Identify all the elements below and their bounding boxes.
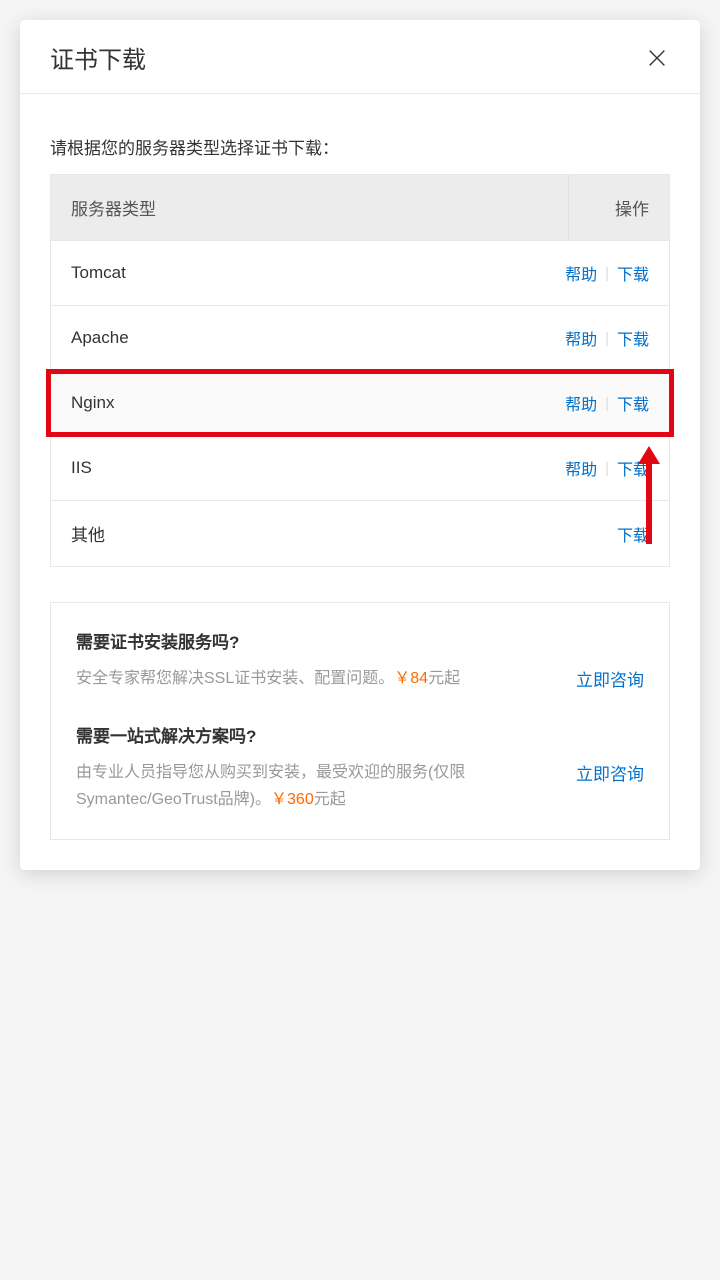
server-name-other: 其他 [71,521,617,546]
service-install-price: ￥84 [394,670,428,687]
table-row: IIS 帮助 | 下载 [51,435,669,500]
table-row-highlighted: Nginx 帮助 | 下载 [51,370,669,435]
service-solution-price: ￥360 [271,791,314,808]
server-type-table: 服务器类型 操作 Tomcat 帮助 | 下载 Apache 帮助 | 下载 [50,174,670,567]
service-install-title: 需要证书安装服务吗? [76,628,644,653]
server-name-apache: Apache [71,328,565,348]
instruction-text: 请根据您的服务器类型选择证书下载： [50,134,670,159]
modal-header: 证书下载 [20,20,700,94]
download-link[interactable]: 下载 [617,391,649,415]
close-icon[interactable] [644,45,670,71]
table-row: Tomcat 帮助 | 下载 [51,240,669,305]
table-row: 其他 下载 [51,500,669,566]
modal-body: 请根据您的服务器类型选择证书下载： 服务器类型 操作 Tomcat 帮助 | 下… [20,94,700,870]
service-solution-title: 需要一站式解决方案吗? [76,722,644,747]
divider: | [605,395,609,412]
table-header-row: 服务器类型 操作 [51,175,669,240]
download-link[interactable]: 下载 [617,456,649,480]
download-link[interactable]: 下载 [617,261,649,285]
divider: | [605,460,609,477]
service-desc-row: 由专业人员指导您从购买到安装，最受欢迎的服务(仅限Symantec/GeoTru… [76,759,644,813]
modal-title: 证书下载 [50,40,146,75]
certificate-download-modal: 证书下载 请根据您的服务器类型选择证书下载： 服务器类型 操作 Tomcat 帮… [20,20,700,870]
service-install-desc-prefix: 安全专家帮您解决SSL证书安装、配置问题。 [76,670,394,687]
help-link[interactable]: 帮助 [565,326,597,350]
help-link[interactable]: 帮助 [565,456,597,480]
help-link[interactable]: 帮助 [565,391,597,415]
service-install-desc: 安全专家帮您解决SSL证书安装、配置问题。￥84元起 [76,665,561,692]
help-link[interactable]: 帮助 [565,261,597,285]
service-desc-row: 安全专家帮您解决SSL证书安装、配置问题。￥84元起 立即咨询 [76,665,644,692]
server-name-nginx: Nginx [71,393,565,413]
row-actions: 帮助 | 下载 [565,456,649,480]
service-solution-desc: 由专业人员指导您从购买到安装，最受欢迎的服务(仅限Symantec/GeoTru… [76,759,561,813]
consult-link[interactable]: 立即咨询 [576,759,644,785]
download-link[interactable]: 下载 [617,522,649,546]
row-actions: 帮助 | 下载 [565,326,649,350]
service-solution-block: 需要一站式解决方案吗? 由专业人员指导您从购买到安装，最受欢迎的服务(仅限Sym… [76,722,644,813]
services-box: 需要证书安装服务吗? 安全专家帮您解决SSL证书安装、配置问题。￥84元起 立即… [50,602,670,840]
service-solution-desc-suffix: 元起 [314,791,346,808]
service-install-desc-suffix: 元起 [428,670,460,687]
row-actions: 帮助 | 下载 [565,391,649,415]
row-actions: 帮助 | 下载 [565,261,649,285]
table-header-server-type: 服务器类型 [51,175,569,240]
server-name-iis: IIS [71,458,565,478]
table-header-action: 操作 [569,175,669,240]
consult-link[interactable]: 立即咨询 [576,665,644,691]
row-actions: 下载 [617,522,649,546]
divider: | [605,265,609,282]
service-install-block: 需要证书安装服务吗? 安全专家帮您解决SSL证书安装、配置问题。￥84元起 立即… [76,628,644,692]
download-link[interactable]: 下载 [617,326,649,350]
server-name-tomcat: Tomcat [71,263,565,283]
table-row: Apache 帮助 | 下载 [51,305,669,370]
divider: | [605,330,609,347]
